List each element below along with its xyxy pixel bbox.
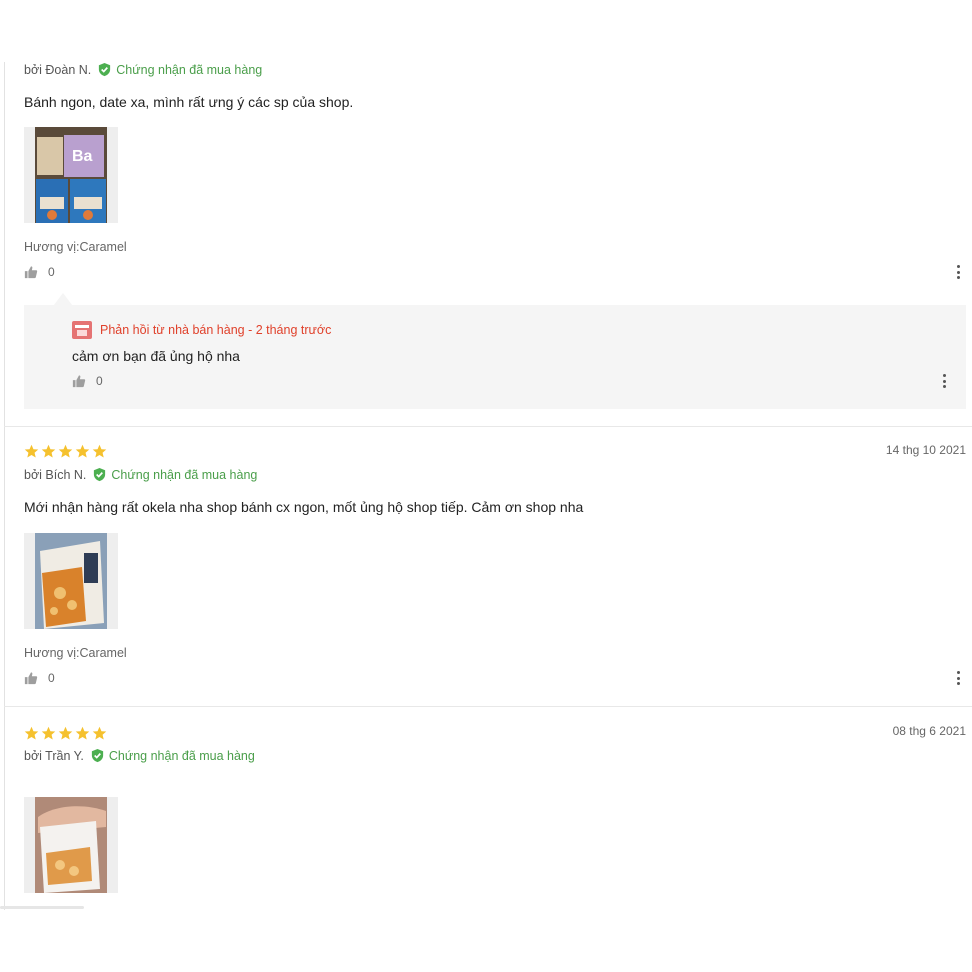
review-photo-thumbnail[interactable] bbox=[24, 797, 118, 893]
star-icon bbox=[41, 726, 56, 740]
bottom-edge bbox=[0, 906, 84, 909]
review-author: bởi Trần Y. bbox=[24, 748, 84, 763]
review-item: 08 thg 6 2021 bởi Trần Y. Chứng nhận đã … bbox=[24, 0, 966, 900]
star-icon bbox=[58, 726, 73, 740]
star-icon bbox=[24, 726, 39, 740]
left-rule bbox=[4, 62, 5, 910]
review-author-line: bởi Trần Y. Chứng nhận đã mua hàng bbox=[24, 748, 255, 763]
star-rating bbox=[24, 726, 107, 741]
verified-shield-icon bbox=[91, 748, 103, 763]
product-photo-hand bbox=[24, 797, 118, 893]
review-date: 08 thg 6 2021 bbox=[892, 724, 966, 738]
verified-badge: Chứng nhận đã mua hàng bbox=[90, 748, 255, 763]
star-icon bbox=[75, 726, 90, 740]
star-icon bbox=[92, 726, 107, 740]
verified-label: Chứng nhận đã mua hàng bbox=[108, 748, 255, 763]
